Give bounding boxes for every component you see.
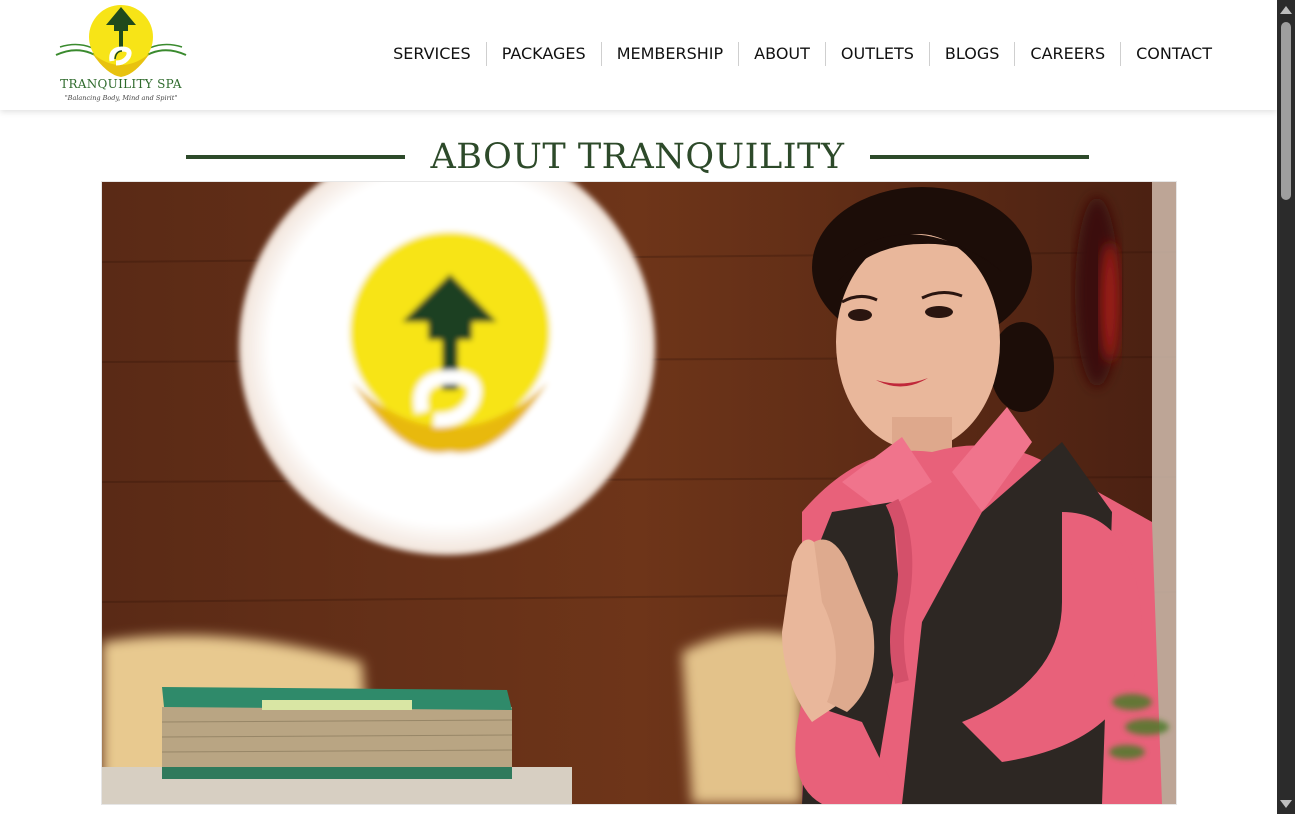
logo-tagline: "Balancing Body, Mind and Spirit" <box>64 94 178 102</box>
nav-item-about[interactable]: ABOUT <box>738 42 825 66</box>
heading-rule-left <box>186 155 405 159</box>
nav-item-contact[interactable]: CONTACT <box>1120 42 1227 66</box>
page-title: ABOUT TRANQUILITY <box>430 137 845 177</box>
hero-photo <box>101 181 1177 805</box>
receptionist-photo-image <box>102 182 1176 804</box>
scrollbar-thumb[interactable] <box>1281 22 1291 200</box>
main-navigation: SERVICES PACKAGES MEMBERSHIP ABOUT OUTLE… <box>378 42 1227 66</box>
vertical-scrollbar[interactable] <box>1277 0 1295 814</box>
nav-item-packages[interactable]: PACKAGES <box>485 42 601 66</box>
scroll-up-arrow-icon[interactable] <box>1280 6 1292 14</box>
logo-emblem-icon <box>55 5 187 77</box>
nav-item-membership[interactable]: MEMBERSHIP <box>600 42 738 66</box>
site-header: TRANQUILITY SPA "Balancing Body, Mind an… <box>0 0 1277 110</box>
brand-logo[interactable]: TRANQUILITY SPA "Balancing Body, Mind an… <box>52 3 190 107</box>
nav-item-careers[interactable]: CAREERS <box>1014 42 1120 66</box>
logo-brand-name: TRANQUILITY SPA <box>60 77 182 91</box>
heading-rule-right <box>870 155 1090 159</box>
about-section-heading: ABOUT TRANQUILITY <box>186 134 1090 180</box>
nav-item-outlets[interactable]: OUTLETS <box>824 42 929 66</box>
scroll-down-arrow-icon[interactable] <box>1280 800 1292 808</box>
nav-item-services[interactable]: SERVICES <box>378 42 486 66</box>
nav-item-blogs[interactable]: BLOGS <box>928 42 1014 66</box>
